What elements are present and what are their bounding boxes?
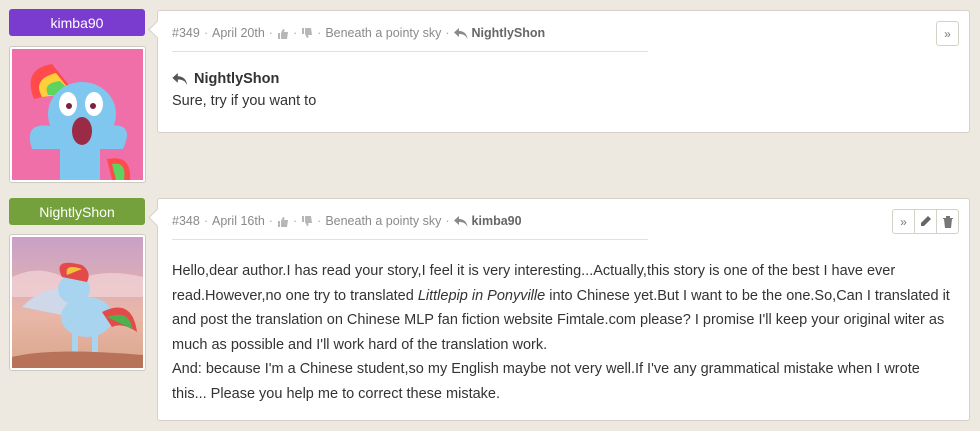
reply-icon — [453, 27, 468, 39]
separator: · — [268, 214, 273, 228]
meta-divider — [172, 51, 648, 52]
reply-to-link[interactable]: NightlyShon — [472, 26, 546, 40]
quoted-name: NightlyShon — [194, 71, 280, 87]
separator: · — [292, 26, 298, 40]
comment-paragraph: Hello,dear author.I has read your story,… — [172, 259, 951, 357]
story-title-italic: Littlepip in Ponyville — [417, 287, 546, 304]
reply-icon — [453, 215, 468, 227]
separator: · — [445, 26, 450, 40]
thumbs-down-icon[interactable] — [301, 27, 313, 39]
comment-actions: » — [892, 209, 959, 234]
author-badge[interactable]: kimba90 — [9, 9, 145, 36]
quoted-reply[interactable]: NightlyShon — [172, 71, 316, 87]
more-button[interactable]: » — [892, 209, 915, 234]
comment-body: NightlyShon Sure, try if you want to — [172, 71, 316, 109]
comment-date[interactable]: April 16th — [212, 214, 265, 228]
thumbs-up-icon[interactable] — [277, 216, 289, 227]
thumbs-up-icon[interactable] — [277, 28, 289, 39]
separator: · — [203, 26, 208, 40]
separator: · — [203, 214, 208, 228]
comment-body: Hello,dear author.I has read your story,… — [172, 259, 951, 406]
separator: · — [445, 214, 450, 228]
comment-text: Sure, try if you want to — [172, 93, 317, 109]
separator: · — [268, 26, 273, 40]
avatar[interactable] — [10, 47, 145, 182]
delete-button[interactable] — [936, 209, 959, 234]
comment-number[interactable]: #349 — [172, 26, 200, 40]
edit-button[interactable] — [914, 209, 937, 234]
separator: · — [292, 214, 298, 228]
comment-349: kimba90 #349 · April 20th · · · Beneath … — [0, 0, 980, 185]
comment-meta: #349 · April 20th · · · Beneath a pointy… — [172, 26, 545, 40]
comment-card: #349 · April 20th · · · Beneath a pointy… — [157, 10, 970, 133]
reply-icon — [172, 73, 188, 85]
thumbs-down-icon[interactable] — [301, 215, 313, 227]
comment-actions: » — [936, 21, 959, 46]
comment-number[interactable]: #348 — [172, 214, 200, 228]
author-badge[interactable]: NightlyShon — [9, 198, 145, 225]
comment-card: #348 · April 16th · · · Beneath a pointy… — [157, 198, 970, 421]
story-link[interactable]: Beneath a pointy sky — [325, 26, 441, 40]
comment-date[interactable]: April 20th — [212, 26, 265, 40]
more-icon: » — [944, 26, 951, 41]
more-button[interactable]: » — [936, 21, 959, 46]
delete-icon — [942, 215, 953, 228]
reply-to-link[interactable]: kimba90 — [472, 214, 522, 228]
separator: · — [317, 214, 322, 228]
comment-meta: #348 · April 16th · · · Beneath a pointy… — [172, 214, 522, 228]
comment-348: NightlyShon #348 · April 16th · · · Bene… — [0, 188, 980, 431]
more-icon: » — [900, 214, 907, 229]
story-link[interactable]: Beneath a pointy sky — [325, 214, 441, 228]
meta-divider — [172, 239, 648, 240]
separator: · — [317, 26, 322, 40]
edit-icon — [921, 216, 931, 226]
avatar[interactable] — [10, 235, 145, 370]
comment-paragraph: And: because I'm a Chinese student,so my… — [172, 361, 920, 402]
